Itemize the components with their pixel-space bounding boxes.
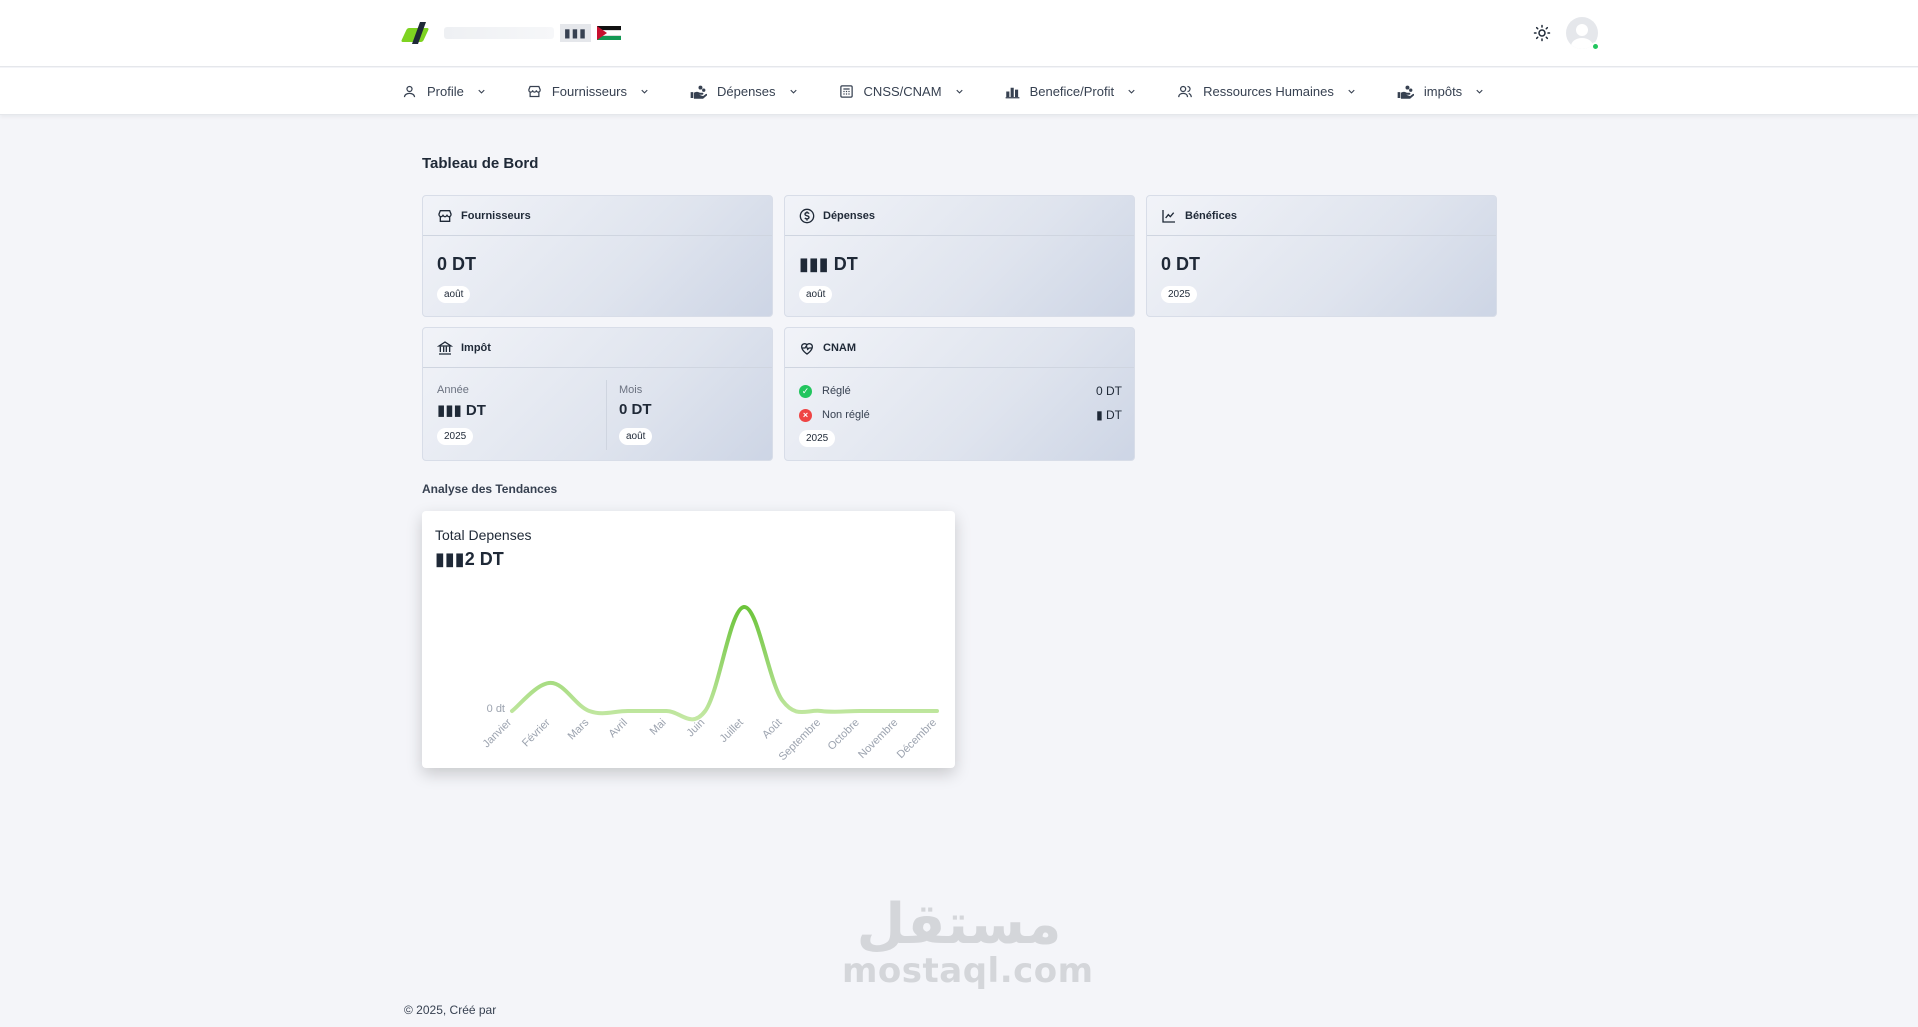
card-title: Fournisseurs bbox=[461, 209, 531, 222]
non-regle-value: ▮ DT bbox=[1096, 408, 1122, 422]
period-badge: 2025 bbox=[799, 430, 836, 447]
period-badge: 2025 bbox=[1161, 286, 1198, 303]
x-tick-label: Août bbox=[760, 717, 784, 741]
regle-label: Réglé bbox=[822, 385, 851, 397]
series-line bbox=[510, 605, 939, 722]
watermark-arabic: مستقل bbox=[856, 892, 1062, 957]
nav-label: Fournisseurs bbox=[551, 84, 627, 99]
nav-item-fournisseurs[interactable]: Fournisseurs bbox=[527, 84, 650, 99]
card-title: Bénéfices bbox=[1185, 209, 1237, 222]
app-logo[interactable]: ▮▮▮ bbox=[400, 20, 621, 46]
card-divider bbox=[606, 380, 607, 450]
hand-coins-icon bbox=[1397, 85, 1414, 99]
nav-item-impots[interactable]: impôts bbox=[1397, 84, 1485, 99]
nav-label: Ressources Humaines bbox=[1203, 84, 1334, 99]
card-value: 0 DT bbox=[437, 254, 477, 274]
regle-value: 0 DT bbox=[1095, 384, 1122, 398]
trends-section-title: Analyse des Tendances bbox=[422, 482, 558, 496]
footer-copyright: © 2025, Créé par bbox=[404, 1003, 497, 1017]
user-icon bbox=[403, 85, 416, 98]
users-icon bbox=[1178, 85, 1192, 98]
card-title: Impôt bbox=[461, 341, 491, 354]
nav-label: impôts bbox=[1423, 84, 1463, 99]
fournisseurs-card[interactable]: Fournisseurs 0 DT août bbox=[422, 195, 773, 317]
online-status-dot bbox=[1591, 42, 1600, 51]
nav-label: Profile bbox=[427, 84, 464, 99]
chevron-down-icon bbox=[1128, 89, 1135, 94]
store-icon bbox=[438, 209, 452, 222]
card-title: CNAM bbox=[823, 341, 856, 354]
sun-icon[interactable] bbox=[1532, 23, 1552, 43]
calculator-icon bbox=[839, 85, 853, 98]
x-circle-icon: × bbox=[799, 408, 812, 422]
chevron-down-icon bbox=[478, 89, 485, 94]
nav-item-ressources-humaines[interactable]: Ressources Humaines bbox=[1177, 84, 1357, 99]
nav-label: CNSS/CNAM bbox=[863, 84, 942, 99]
nav-item-cnss-cnam[interactable]: CNSS/CNAM bbox=[839, 84, 965, 99]
logo-blurred-text bbox=[444, 27, 554, 39]
mostaql-watermark: مستقل mostaql.com bbox=[842, 892, 1094, 992]
top-bar: ▮▮▮ bbox=[0, 0, 1918, 67]
card-value: 0 DT bbox=[1161, 254, 1201, 274]
card-title: Dépenses bbox=[823, 209, 875, 222]
x-tick-label: Septembre bbox=[777, 717, 824, 764]
chevron-down-icon bbox=[1476, 89, 1483, 94]
bank-icon bbox=[437, 340, 453, 355]
chevron-down-icon bbox=[955, 89, 963, 94]
user-avatar[interactable] bbox=[1566, 17, 1600, 51]
total-depenses-chart[interactable]: 0 dt Janvier Février Mars Avril Mai Juin Juill… bbox=[422, 511, 955, 768]
x-tick-label: Mai bbox=[648, 717, 669, 738]
main-nav: Profile Fournisseurs Dépenses CNSS/CNAM … bbox=[0, 68, 1918, 115]
chevron-down-icon bbox=[1348, 89, 1355, 94]
nav-label: Dépenses bbox=[717, 84, 776, 99]
logo-mark-icon bbox=[400, 20, 438, 46]
x-tick-label: Novembre bbox=[856, 717, 900, 761]
period-badge: août bbox=[437, 286, 471, 303]
cnam-regle-row: ✓ Réglé 0 DT bbox=[799, 384, 1122, 398]
check-circle-icon: ✓ bbox=[799, 384, 812, 398]
annee-value: ▮▮▮ DT bbox=[437, 402, 486, 419]
bar-chart-icon bbox=[1005, 87, 1019, 99]
heart-pulse-icon bbox=[800, 342, 814, 355]
annee-label: Année bbox=[437, 384, 469, 396]
logo-text: ▮▮▮ bbox=[560, 24, 591, 42]
dollar-circle-icon bbox=[799, 208, 815, 223]
x-tick-label: Octobre bbox=[826, 717, 862, 753]
page-title: Tableau de Bord bbox=[422, 155, 539, 172]
impot-card[interactable]: Impôt Année ▮▮▮ DT 2025 Mois 0 DT août bbox=[422, 327, 773, 461]
total-depenses-chart-card: Total Depenses ▮▮▮2 DT 0 dt Janvier Févri… bbox=[422, 511, 955, 768]
store-icon bbox=[528, 85, 541, 98]
benefices-card[interactable]: Bénéfices 0 DT 2025 bbox=[1146, 195, 1497, 317]
x-tick-label: Janvier bbox=[481, 716, 515, 750]
nav-item-benefice-profit[interactable]: Benefice/Profit bbox=[1005, 84, 1138, 99]
x-tick-label: Mars bbox=[566, 716, 592, 742]
cnam-non-regle-row: × Non réglé ▮ DT bbox=[799, 408, 1122, 422]
nav-item-profile[interactable]: Profile bbox=[402, 84, 487, 99]
y-tick-label: 0 dt bbox=[487, 703, 505, 715]
nav-label: Benefice/Profit bbox=[1029, 84, 1115, 99]
depenses-card[interactable]: Dépenses ▮▮▮ DT août bbox=[784, 195, 1135, 317]
hand-coins-icon bbox=[690, 85, 707, 99]
chevron-down-icon bbox=[789, 89, 797, 94]
x-tick-label: Avril bbox=[607, 717, 630, 740]
nav-item-depenses[interactable]: Dépenses bbox=[690, 84, 799, 99]
x-tick-label: Février bbox=[520, 716, 553, 749]
card-value: ▮▮▮ DT bbox=[799, 254, 858, 274]
watermark-latin: mostaql.com bbox=[842, 951, 1094, 991]
annee-period-badge: 2025 bbox=[437, 428, 474, 445]
x-tick-label: Juillet bbox=[718, 717, 746, 745]
chevron-down-icon bbox=[641, 89, 648, 94]
period-badge: août bbox=[799, 286, 833, 303]
header-actions bbox=[1532, 17, 1600, 51]
line-chart-icon bbox=[1162, 209, 1175, 223]
mois-period-badge: août bbox=[619, 428, 653, 445]
non-regle-label: Non réglé bbox=[822, 409, 870, 421]
x-tick-label: Décembre bbox=[895, 717, 939, 761]
palestine-flag-icon bbox=[596, 26, 621, 40]
mois-label: Mois bbox=[619, 384, 643, 396]
cnam-card[interactable]: CNAM ✓ Réglé 0 DT × Non réglé ▮ DT 2025 bbox=[784, 327, 1135, 461]
mois-value: 0 DT bbox=[619, 401, 652, 418]
